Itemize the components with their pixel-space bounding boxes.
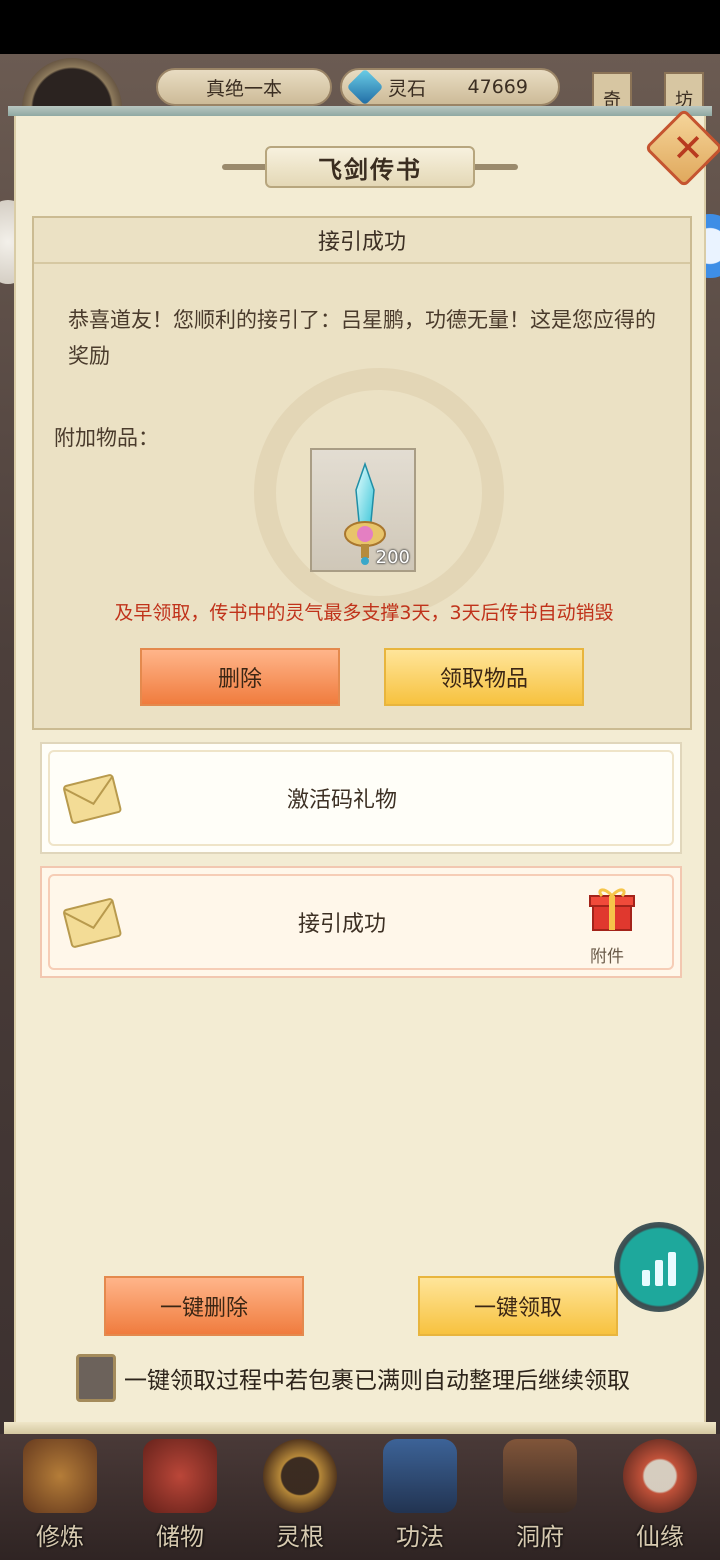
nav-item-cultivate[interactable]: 修炼	[5, 1436, 115, 1552]
auto-sort-label: 一键领取过程中若包裹已满则自动整理后继续领取	[124, 1368, 630, 1394]
player-name: 真绝一本	[205, 77, 282, 100]
cultivate-icon	[23, 1439, 97, 1513]
bottom-navigation: 修炼 储物 灵根 功法 洞府 仙缘	[0, 1434, 720, 1560]
nav-label: 功法	[396, 1523, 444, 1551]
mail-message: 恭喜道友！您顺利的接引了：吕星鹏，功德无量！这是您应得的奖励	[68, 308, 656, 368]
delete-all-button[interactable]: 一键删除	[104, 1276, 304, 1336]
delete-button[interactable]: 删除	[140, 648, 340, 706]
nav-label: 洞府	[516, 1523, 564, 1551]
nav-label: 修炼	[36, 1523, 84, 1551]
auto-sort-option[interactable]: 一键领取过程中若包裹已满则自动整理后继续领取	[76, 1354, 696, 1402]
panel-title: 飞剑传书	[265, 146, 475, 188]
attachment-tag: 附件	[590, 947, 624, 967]
nav-item-spirit-root[interactable]: 灵根	[245, 1436, 355, 1552]
attachment-item-slot[interactable]: 200	[310, 448, 416, 572]
player-name-pill: 真绝一本	[156, 68, 332, 106]
item-count: 200	[375, 547, 410, 568]
currency-value: 47669	[467, 76, 528, 98]
immortal-fate-icon	[623, 1439, 697, 1513]
mail-scroll-panel: 飞剑传书 ✕ 接引成功 恭喜道友！您顺利的接引了：吕星鹏，功德无量！这是您应得的…	[4, 106, 720, 1438]
nav-item-storage[interactable]: 储物	[125, 1436, 235, 1552]
nav-item-technique[interactable]: 功法	[365, 1436, 475, 1552]
bar-chart-icon	[668, 1252, 676, 1286]
nav-label: 灵根	[276, 1523, 324, 1551]
nav-label: 储物	[156, 1523, 204, 1551]
nav-item-fate[interactable]: 仙缘	[605, 1436, 715, 1552]
storage-bag-icon	[143, 1439, 217, 1513]
auto-sort-checkbox[interactable]	[76, 1354, 116, 1402]
claim-item-button[interactable]: 领取物品	[384, 648, 584, 706]
cave-dwelling-icon	[503, 1439, 577, 1513]
nav-label: 仙缘	[636, 1523, 684, 1551]
currency-label: 灵石	[388, 77, 427, 100]
mail-item-title: 激活码礼物	[286, 788, 397, 813]
panel-title-banner: 飞剑传书	[222, 146, 518, 188]
mail-detail-title: 接引成功	[34, 218, 690, 264]
status-bar	[0, 0, 720, 54]
mail-list-item[interactable]: 激活码礼物	[40, 742, 682, 854]
stats-floating-button[interactable]	[614, 1222, 704, 1312]
nav-item-cave[interactable]: 洞府	[485, 1436, 595, 1552]
bar-chart-icon	[655, 1260, 663, 1286]
mail-list-item-selected[interactable]: 接引成功 附件	[40, 866, 682, 978]
expiry-warning: 及早领取，传书中的灵气最多支撑3天，3天后传书自动销毁	[114, 602, 614, 624]
claim-all-button[interactable]: 一键领取	[418, 1276, 618, 1336]
bar-chart-icon	[642, 1270, 650, 1286]
close-icon[interactable]: ✕	[670, 128, 706, 168]
gift-box-icon	[589, 888, 635, 931]
technique-book-icon	[383, 1439, 457, 1513]
attachments-label: 附加物品：	[54, 426, 159, 450]
spirit-root-icon	[263, 1439, 337, 1513]
mail-item-title: 接引成功	[297, 912, 386, 937]
mail-detail: 接引成功 恭喜道友！您顺利的接引了：吕星鹏，功德无量！这是您应得的奖励 附加物品…	[32, 216, 692, 730]
spirit-stone-icon	[346, 68, 384, 106]
currency-pill[interactable]: 灵石 47669	[340, 68, 560, 106]
